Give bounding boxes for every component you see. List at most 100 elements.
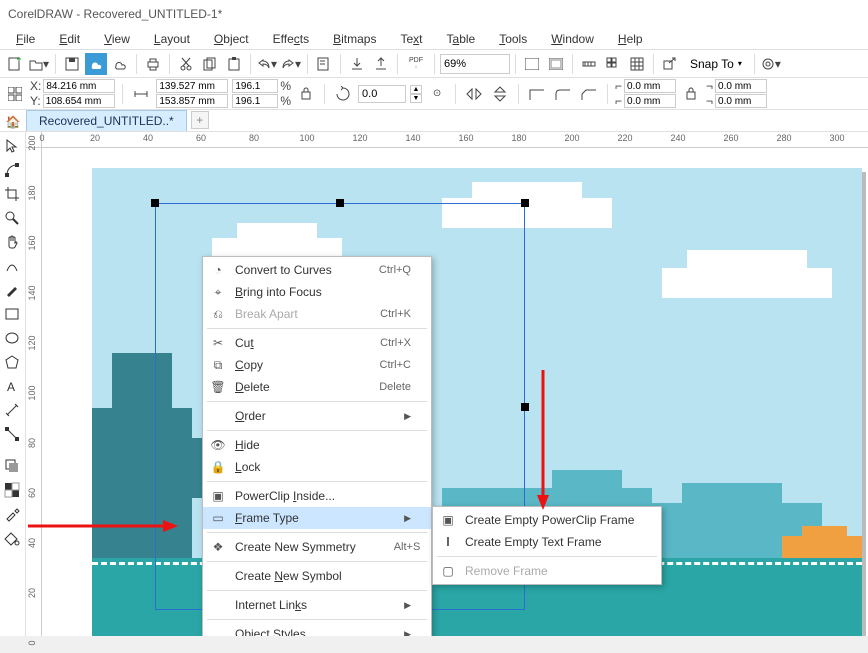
ruler-vertical[interactable]: 200180160140120100806040200 <box>26 148 42 636</box>
ruler-horizontal[interactable]: 0204060801001201401601802002202402602803… <box>42 132 868 148</box>
ctx-copy[interactable]: ⧉CopyCtrl+C <box>203 354 431 376</box>
crop-tool[interactable] <box>0 182 24 206</box>
corner-tr-input[interactable] <box>715 79 767 93</box>
paste-button[interactable] <box>223 53 245 75</box>
x-input[interactable] <box>43 79 115 93</box>
cloud-open-button[interactable] <box>109 53 131 75</box>
home-icon[interactable]: 🏠 <box>4 113 22 131</box>
text-tool[interactable]: A <box>0 374 24 398</box>
rot-up[interactable]: ▲ <box>410 85 422 94</box>
add-tab-button[interactable]: + <box>191 111 209 129</box>
menu-window[interactable]: Window <box>541 30 604 48</box>
undo-button[interactable]: ▾ <box>256 53 278 75</box>
zoom-select[interactable] <box>440 54 510 74</box>
sub-empty-powerclip[interactable]: ▣Create Empty PowerClip Frame <box>433 509 661 531</box>
cloud-save-button[interactable] <box>85 53 107 75</box>
ctx-create-symbol[interactable]: Create New Symbol <box>203 565 431 587</box>
menu-file[interactable]: File <box>6 30 45 48</box>
sel-handle-tm[interactable] <box>336 199 344 207</box>
mirror-v-button[interactable] <box>489 83 511 105</box>
y-input[interactable] <box>43 94 115 108</box>
menu-bitmaps[interactable]: Bitmaps <box>323 30 386 48</box>
artistic-media-tool[interactable] <box>0 278 24 302</box>
pdf-button[interactable]: PDF↓ <box>403 53 429 75</box>
parallel-dim-tool[interactable] <box>0 398 24 422</box>
rot-center-button[interactable]: ⊙ <box>426 83 448 105</box>
ctx-bring-into-focus[interactable]: ⌖Bring into Focus <box>203 281 431 303</box>
canvas[interactable]: ◔Convert to CurvesCtrl+Q ⌖Bring into Foc… <box>42 148 868 636</box>
menu-layout[interactable]: Layout <box>144 30 200 48</box>
sx-input[interactable] <box>232 79 278 93</box>
ctx-internet-links[interactable]: Internet Links▶ <box>203 594 431 616</box>
shape-tool[interactable] <box>0 158 24 182</box>
preview-button[interactable] <box>545 53 567 75</box>
zoom-tool[interactable] <box>0 206 24 230</box>
menu-text[interactable]: Text <box>390 30 432 48</box>
print-button[interactable] <box>142 53 164 75</box>
freehand-tool[interactable] <box>0 254 24 278</box>
save-button[interactable] <box>61 53 83 75</box>
sel-handle-mr[interactable] <box>521 403 529 411</box>
copy-button[interactable] <box>199 53 221 75</box>
ctx-order[interactable]: Order▶ <box>203 405 431 427</box>
rotation-input[interactable] <box>358 85 406 103</box>
corner-none-button[interactable] <box>526 83 548 105</box>
corner-round-button[interactable] <box>552 83 574 105</box>
ctx-convert-to-curves[interactable]: ◔Convert to CurvesCtrl+Q <box>203 259 431 281</box>
document-tab[interactable]: Recovered_UNTITLED..* <box>26 110 187 131</box>
import-button[interactable] <box>346 53 368 75</box>
sy-input[interactable] <box>232 94 278 108</box>
rot-down[interactable]: ▼ <box>410 94 422 103</box>
cut-button[interactable] <box>175 53 197 75</box>
launch-button[interactable] <box>659 53 681 75</box>
menu-edit[interactable]: Edit <box>49 30 90 48</box>
fullscreen-button[interactable] <box>521 53 543 75</box>
ctx-cut[interactable]: ✂CutCtrl+X <box>203 332 431 354</box>
polygon-tool[interactable] <box>0 350 24 374</box>
ctx-hide[interactable]: 👁Hide <box>203 434 431 456</box>
options-button[interactable]: ▾ <box>760 53 782 75</box>
redo-button[interactable]: ▾ <box>280 53 302 75</box>
corner-br-input[interactable] <box>715 94 767 108</box>
sel-handle-tr[interactable] <box>521 199 529 207</box>
rulers-button[interactable] <box>578 53 600 75</box>
search-button[interactable] <box>313 53 335 75</box>
presets-icon[interactable] <box>4 83 26 105</box>
eyedropper-tool[interactable] <box>0 502 24 526</box>
sub-empty-text[interactable]: 𝐈Create Empty Text Frame <box>433 531 661 553</box>
ctx-frame-type[interactable]: ▭Frame Type▶ <box>203 507 431 529</box>
menu-table[interactable]: Table <box>437 30 486 48</box>
drop-shadow-tool[interactable] <box>0 454 24 478</box>
h-input[interactable] <box>156 94 228 108</box>
snap-to-button[interactable]: Snap To▾ <box>683 53 749 75</box>
lock-ratio-button[interactable] <box>295 83 317 105</box>
menu-object[interactable]: Object <box>204 30 259 48</box>
rectangle-tool[interactable] <box>0 302 24 326</box>
ellipse-tool[interactable] <box>0 326 24 350</box>
corner-chamfer-button[interactable] <box>578 83 600 105</box>
ctx-delete[interactable]: 🗑DeleteDelete <box>203 376 431 398</box>
ctx-create-symmetry[interactable]: ❖Create New SymmetryAlt+S <box>203 536 431 558</box>
corner-lock-button[interactable] <box>680 83 702 105</box>
guides-button[interactable] <box>626 53 648 75</box>
corner-tl-input[interactable] <box>624 79 676 93</box>
new-doc-button[interactable] <box>4 53 26 75</box>
ctx-powerclip-inside[interactable]: ▣PowerClip Inside... <box>203 485 431 507</box>
transparency-tool[interactable] <box>0 478 24 502</box>
sel-handle-tl[interactable] <box>151 199 159 207</box>
pick-tool[interactable] <box>0 134 24 158</box>
pan-tool[interactable] <box>0 230 24 254</box>
corner-bl-input[interactable] <box>624 94 676 108</box>
grid-button[interactable] <box>602 53 624 75</box>
menu-view[interactable]: View <box>94 30 140 48</box>
menu-effects[interactable]: Effects <box>263 30 319 48</box>
ctx-object-styles[interactable]: Object Styles▶ <box>203 623 431 636</box>
mirror-h-button[interactable] <box>463 83 485 105</box>
connector-tool[interactable] <box>0 422 24 446</box>
w-input[interactable] <box>156 79 228 93</box>
export-button[interactable] <box>370 53 392 75</box>
menu-tools[interactable]: Tools <box>489 30 537 48</box>
fill-tool[interactable] <box>0 526 24 550</box>
ctx-lock[interactable]: 🔒Lock <box>203 456 431 478</box>
menu-help[interactable]: Help <box>608 30 653 48</box>
